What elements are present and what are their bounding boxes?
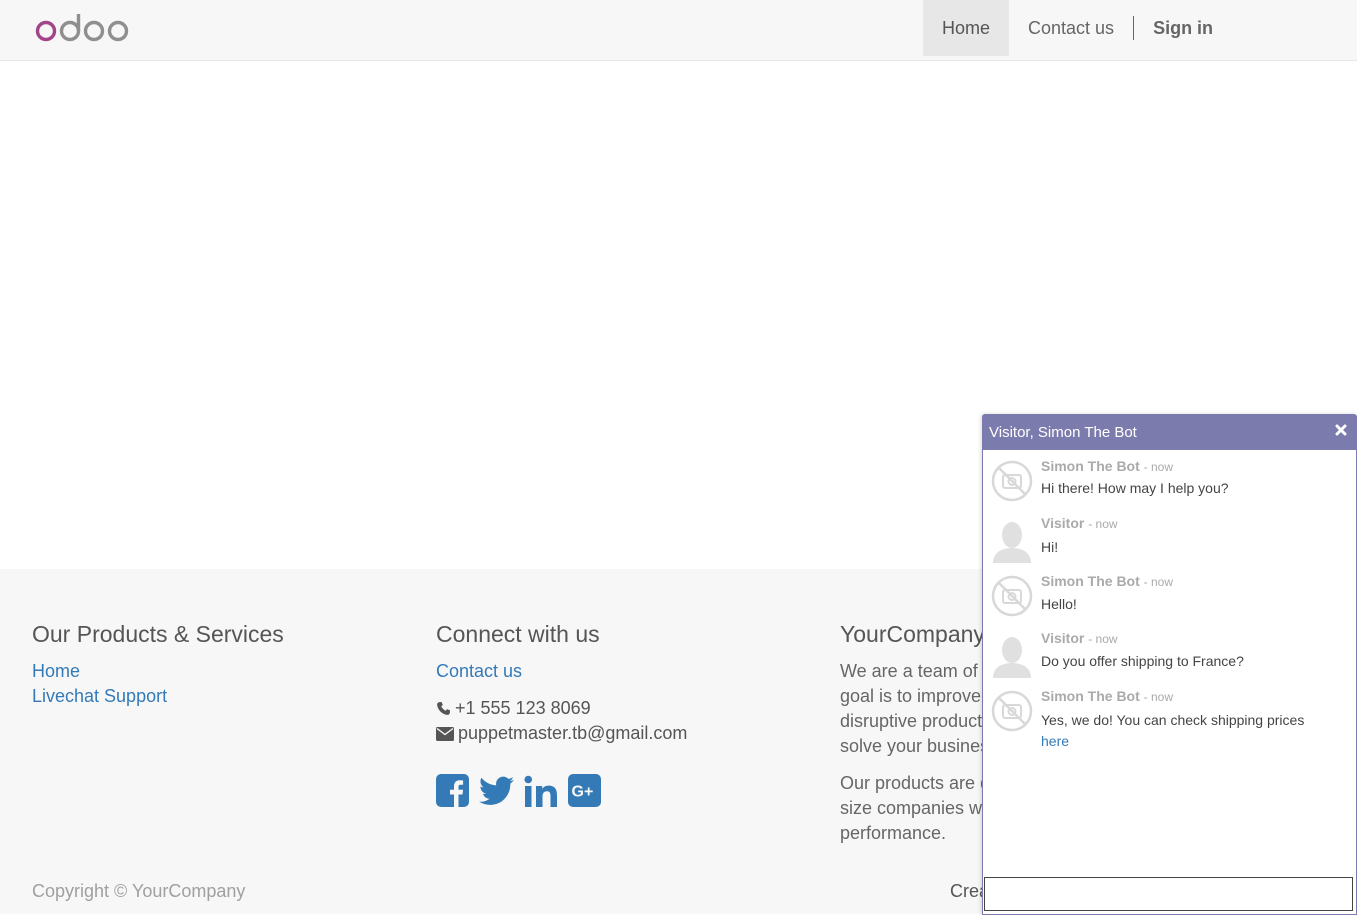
nav-sign-in[interactable]: Sign in: [1134, 0, 1232, 56]
odoo-logo-icon: [35, 14, 129, 42]
message-author: Simon The Bot - now: [1041, 688, 1174, 704]
message-text: Hi!: [1041, 539, 1059, 555]
phone-icon: [437, 701, 451, 715]
nav-home[interactable]: Home: [923, 0, 1010, 56]
footer-company-column: YourCompany We are a team of p goal is t…: [840, 619, 985, 858]
main-nav: Home Contact us Sign in: [923, 0, 1232, 56]
facebook-icon[interactable]: [436, 774, 469, 807]
footer-products-column: Our Products & Services Home Livechat Su…: [32, 619, 412, 709]
message-text: Hello!: [1041, 596, 1077, 612]
copyright-text: Copyright © YourCompany: [32, 881, 246, 901]
google-plus-icon[interactable]: G+: [568, 774, 601, 807]
message-text: Do you offer shipping to France?: [1041, 653, 1244, 669]
products-heading: Our Products & Services: [32, 621, 284, 647]
email-line: puppetmaster.tb@gmail.com: [436, 721, 816, 746]
shipping-prices-link[interactable]: here: [1041, 733, 1069, 749]
company-desc-line: Our products are d: [840, 773, 985, 793]
bot-avatar-icon: [991, 690, 1033, 732]
company-desc-line: size companies wi: [840, 798, 985, 818]
linkedin-icon[interactable]: [524, 775, 558, 807]
company-desc-line: We are a team of p: [840, 661, 985, 681]
message-text: Hi there! How may I help you?: [1041, 480, 1229, 496]
chat-message-input[interactable]: [984, 877, 1353, 911]
message-text: Yes, we do! You can check shipping price…: [1041, 710, 1341, 752]
phone-number: +1 555 123 8069: [455, 698, 591, 718]
message-author: Visitor - now: [1041, 515, 1118, 531]
livechat-window: Visitor, Simon The Bot Simon The Bot - n…: [982, 414, 1357, 915]
phone-line: +1 555 123 8069: [436, 696, 816, 721]
twitter-icon[interactable]: [479, 776, 514, 806]
company-description: We are a team of p goal is to improve di…: [840, 659, 985, 759]
company-heading: YourCompany: [840, 621, 985, 647]
footer-link-home[interactable]: Home: [32, 659, 412, 684]
bot-avatar-icon: [991, 460, 1033, 502]
visitor-avatar-icon: [993, 522, 1031, 563]
message-author: Visitor - now: [1041, 630, 1118, 646]
message-text-content: Yes, we do! You can check shipping price…: [1041, 712, 1305, 728]
top-navbar: Home Contact us Sign in: [0, 0, 1357, 61]
company-desc-line: disruptive products: [840, 711, 985, 731]
footer-link-livechat-support[interactable]: Livechat Support: [32, 684, 412, 709]
footer-connect-column: Connect with us Contact us +1 555 123 80…: [436, 619, 816, 807]
footer-link-contact-us[interactable]: Contact us: [436, 659, 816, 684]
company-products-text: Our products are d size companies wi per…: [840, 771, 985, 846]
company-desc-line: performance.: [840, 823, 947, 843]
bot-avatar-icon: [991, 575, 1033, 617]
nav-contact-us[interactable]: Contact us: [1009, 0, 1133, 56]
company-desc-line: goal is to improve: [840, 686, 982, 706]
svg-text:G+: G+: [572, 784, 594, 801]
message-author: Simon The Bot - now: [1041, 573, 1174, 589]
visitor-avatar-icon: [993, 637, 1031, 678]
envelope-icon: [436, 726, 454, 741]
message-author: Simon The Bot - now: [1041, 458, 1174, 474]
livechat-header[interactable]: Visitor, Simon The Bot: [983, 415, 1356, 450]
connect-heading: Connect with us: [436, 621, 600, 647]
odoo-logo[interactable]: [35, 10, 129, 51]
close-icon[interactable]: [1335, 424, 1347, 436]
livechat-title: Visitor, Simon The Bot: [989, 424, 1137, 441]
email-address: puppetmaster.tb@gmail.com: [458, 723, 688, 743]
social-links: G+: [436, 774, 816, 807]
company-desc-line: solve your busines: [840, 736, 985, 756]
